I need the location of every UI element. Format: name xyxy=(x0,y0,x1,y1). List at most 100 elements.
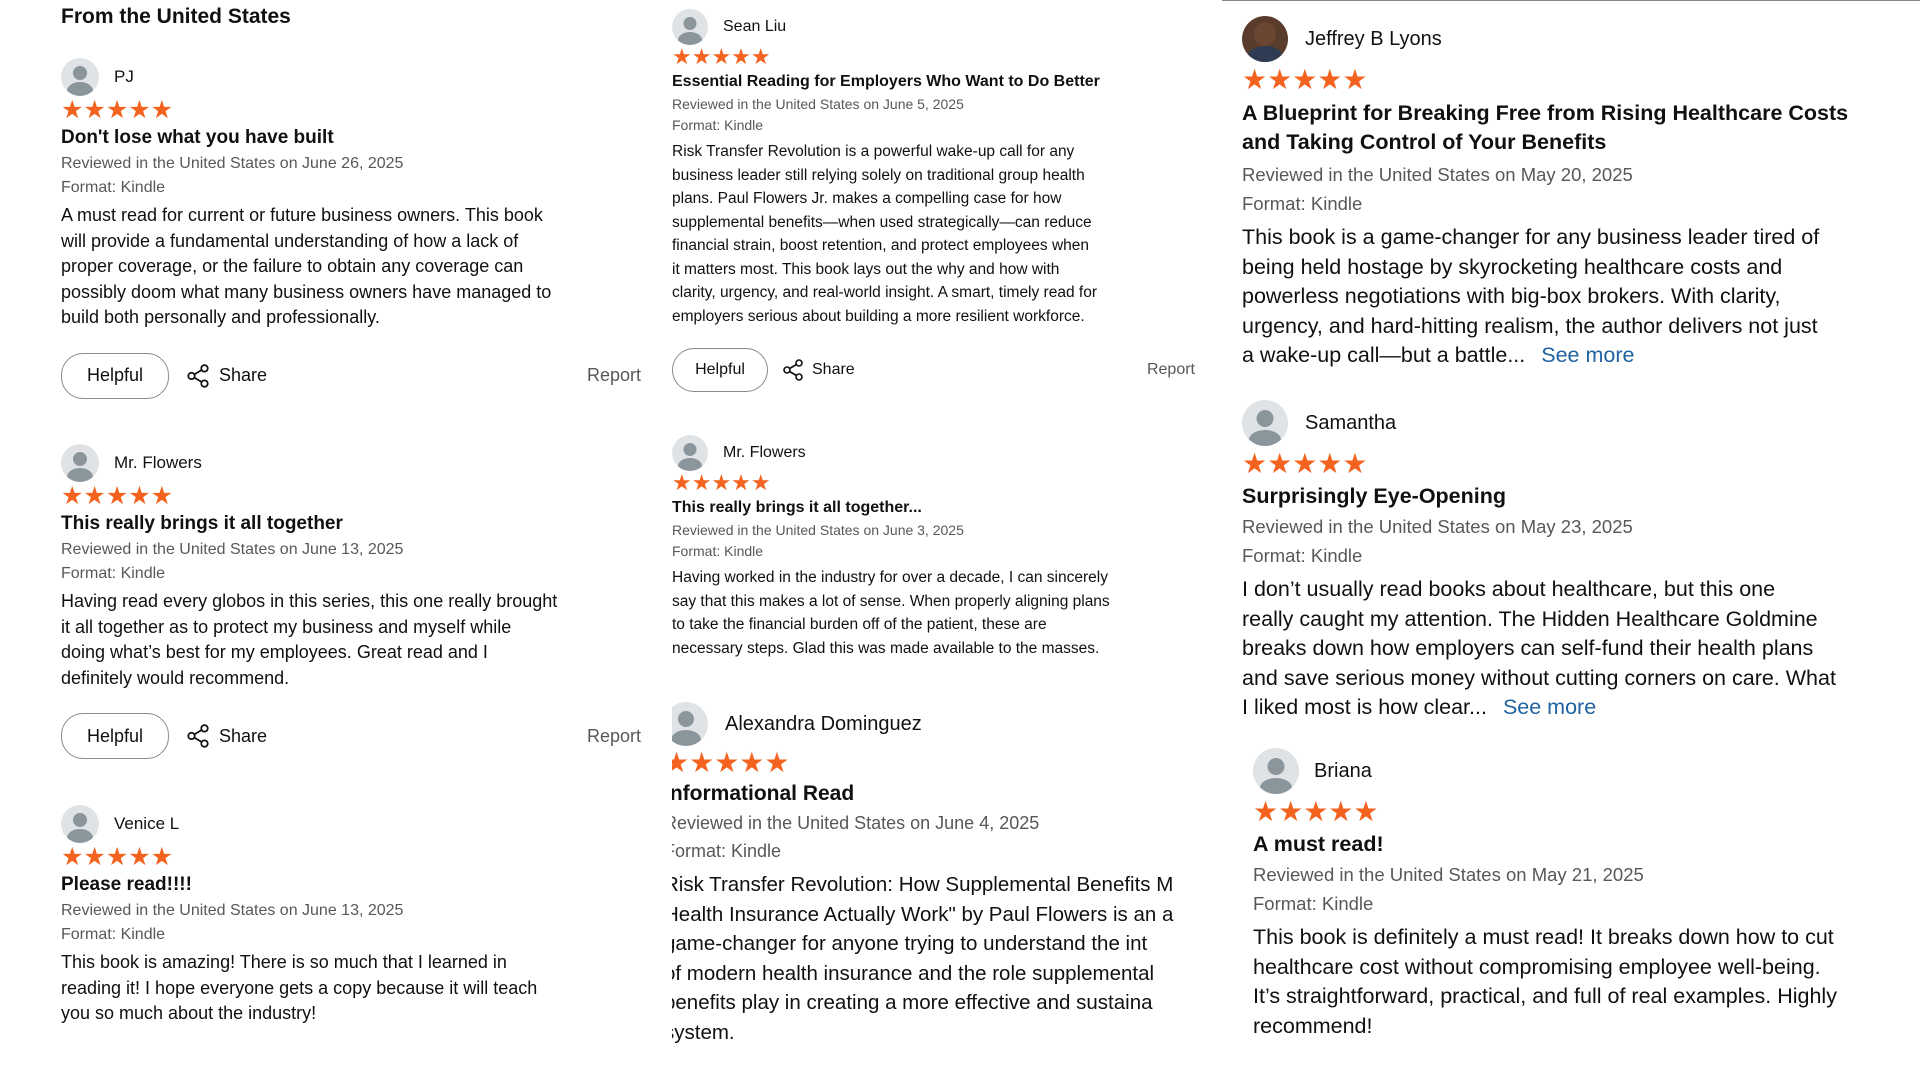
share-icon xyxy=(187,363,209,388)
avatar-icon xyxy=(672,9,708,45)
review-header: Venice L xyxy=(61,805,641,843)
report-link[interactable]: Report xyxy=(587,365,641,386)
review-actions: Helpful Share Report xyxy=(672,348,1195,392)
helpful-button[interactable]: Helpful xyxy=(61,352,169,399)
report-link[interactable]: Report xyxy=(1147,361,1195,379)
star-rating-icon[interactable]: ★★★★★ xyxy=(672,472,1222,494)
review-date: Reviewed in the United States on June 5,… xyxy=(672,96,964,112)
star-rating-icon[interactable]: ★★★★★ xyxy=(1242,450,1912,478)
review-card: PJ ★★★★★ Don't lose what you have built … xyxy=(61,58,641,399)
reviewer-name[interactable]: Alexandra Dominguez xyxy=(725,713,922,736)
review-format: Format: Kindle xyxy=(1242,545,1363,566)
review-date: Reviewed in the United States on June 3,… xyxy=(672,522,964,538)
share-label: Share xyxy=(812,361,855,378)
review-format: Format: Kindle xyxy=(672,841,782,861)
review-title[interactable]: Don't lose what you have built xyxy=(61,127,641,149)
review-body: A must read for current or future busine… xyxy=(61,205,552,327)
review-format: Format: Kindle xyxy=(61,179,166,196)
review-body: Having read every globos in this series,… xyxy=(61,591,558,688)
review-header: Samantha xyxy=(1242,400,1912,446)
avatar-icon xyxy=(61,805,99,843)
review-date: Reviewed in the United States on May 20,… xyxy=(1242,164,1633,185)
review-actions: Helpful Share Report xyxy=(61,352,641,399)
review-card: Sean Liu ★★★★★ Essential Reading for Emp… xyxy=(672,9,1222,392)
review-format: Format: Kindle xyxy=(672,117,764,133)
reviewer-name[interactable]: Samantha xyxy=(1305,412,1396,435)
review-body: This book is a game-changer for any busi… xyxy=(1242,225,1820,367)
reviewer-name[interactable]: Mr. Flowers xyxy=(114,453,202,473)
review-title[interactable]: Surprisingly Eye-Opening xyxy=(1242,484,1912,509)
reviewer-name[interactable]: Venice L xyxy=(114,814,179,834)
review-header: Alexandra Dominguez xyxy=(672,702,1222,746)
review-title[interactable]: Please read!!!! xyxy=(61,874,641,896)
review-card: Mr. Flowers ★★★★★ This really brings it … xyxy=(61,444,641,759)
review-title[interactable]: Informational Read xyxy=(672,782,1222,806)
review-body: Risk Transfer Revolution: How Supplement… xyxy=(672,873,1174,1044)
star-rating-icon[interactable]: ★★★★★ xyxy=(1242,66,1912,94)
review-header: Jeffrey B Lyons xyxy=(1242,16,1912,62)
avatar-icon xyxy=(1253,748,1299,794)
star-rating-icon[interactable]: ★★★★★ xyxy=(61,484,641,509)
review-card: Mr. Flowers ★★★★★ This really brings it … xyxy=(672,435,1222,660)
reviewer-name[interactable]: Jeffrey B Lyons xyxy=(1305,28,1442,51)
review-title[interactable]: This really brings it all together... xyxy=(672,499,1222,517)
review-body: Risk Transfer Revolution is a powerful w… xyxy=(672,143,1097,325)
avatar-icon xyxy=(672,435,708,471)
review-header: Briana xyxy=(1253,748,1912,794)
review-date: Reviewed in the United States on June 26… xyxy=(61,155,404,172)
review-title[interactable]: Essential Reading for Employers Who Want… xyxy=(672,73,1222,91)
review-body-wrap: I don’t usually read books about healthc… xyxy=(1242,575,1912,723)
review-card: Jeffrey B Lyons ★★★★★ A Blueprint for Br… xyxy=(1242,16,1912,371)
review-card: Alexandra Dominguez ★★★★★ Informational … xyxy=(672,702,1222,1047)
see-more-link[interactable]: See more xyxy=(1503,695,1596,719)
star-rating-icon[interactable]: ★★★★★ xyxy=(61,845,641,870)
review-header: Mr. Flowers xyxy=(672,435,1222,471)
review-date: Reviewed in the United States on May 23,… xyxy=(1242,516,1633,537)
review-format: Format: Kindle xyxy=(61,565,166,582)
review-header: Mr. Flowers xyxy=(61,444,641,482)
review-format: Format: Kindle xyxy=(1253,893,1374,914)
see-more-link[interactable]: See more xyxy=(1541,343,1634,367)
review-body: Having worked in the industry for over a… xyxy=(672,569,1110,657)
share-icon xyxy=(783,359,803,381)
share-label: Share xyxy=(219,725,268,746)
review-header: Sean Liu xyxy=(672,9,1222,45)
reviewer-name[interactable]: PJ xyxy=(114,67,134,87)
star-rating-icon[interactable]: ★★★★★ xyxy=(672,749,1222,777)
avatar-photo xyxy=(1242,16,1288,62)
review-format: Format: Kindle xyxy=(672,543,764,559)
share-button[interactable]: Share xyxy=(185,363,267,389)
review-title[interactable]: A Blueprint for Breaking Free from Risin… xyxy=(1242,99,1912,157)
review-actions: Helpful Share Report xyxy=(61,713,641,759)
avatar-icon xyxy=(61,58,99,96)
review-format: Format: Kindle xyxy=(1242,193,1363,214)
avatar-icon xyxy=(1242,400,1288,446)
review-card: Venice L ★★★★★ Please read!!!! Reviewed … xyxy=(61,805,641,1027)
review-body-wrap: This book is a game-changer for any busi… xyxy=(1242,223,1912,371)
helpful-button[interactable]: Helpful xyxy=(672,348,768,392)
review-card: Samantha ★★★★★ Surprisingly Eye-Opening … xyxy=(1242,400,1912,723)
reviewer-name[interactable]: Mr. Flowers xyxy=(723,444,806,462)
reviewer-name[interactable]: Briana xyxy=(1314,760,1372,783)
reviewer-name[interactable]: Sean Liu xyxy=(723,18,786,36)
report-link[interactable]: Report xyxy=(587,726,641,747)
star-rating-icon[interactable]: ★★★★★ xyxy=(672,46,1222,68)
section-heading: From the United States xyxy=(61,5,291,28)
review-column-3: Jeffrey B Lyons ★★★★★ A Blueprint for Br… xyxy=(1242,0,1912,1080)
share-button[interactable]: Share xyxy=(781,358,855,382)
review-card: Briana ★★★★★ A must read! Reviewed in th… xyxy=(1253,748,1912,1041)
review-date: Reviewed in the United States on May 21,… xyxy=(1253,864,1644,885)
review-body: This book is amazing! There is so much t… xyxy=(61,952,538,1023)
review-column-2: Sean Liu ★★★★★ Essential Reading for Emp… xyxy=(672,0,1222,1080)
review-date: Reviewed in the United States on June 4,… xyxy=(672,813,1040,833)
star-rating-icon[interactable]: ★★★★★ xyxy=(1253,798,1912,826)
share-button[interactable]: Share xyxy=(185,723,267,749)
review-date: Reviewed in the United States on June 13… xyxy=(61,541,404,558)
helpful-button[interactable]: Helpful xyxy=(61,713,169,759)
review-date: Reviewed in the United States on June 13… xyxy=(61,902,404,919)
avatar-icon xyxy=(672,702,708,746)
star-rating-icon[interactable]: ★★★★★ xyxy=(61,98,641,123)
review-title[interactable]: This really brings it all together xyxy=(61,513,641,535)
review-title[interactable]: A must read! xyxy=(1253,832,1912,857)
review-format: Format: Kindle xyxy=(61,926,166,943)
